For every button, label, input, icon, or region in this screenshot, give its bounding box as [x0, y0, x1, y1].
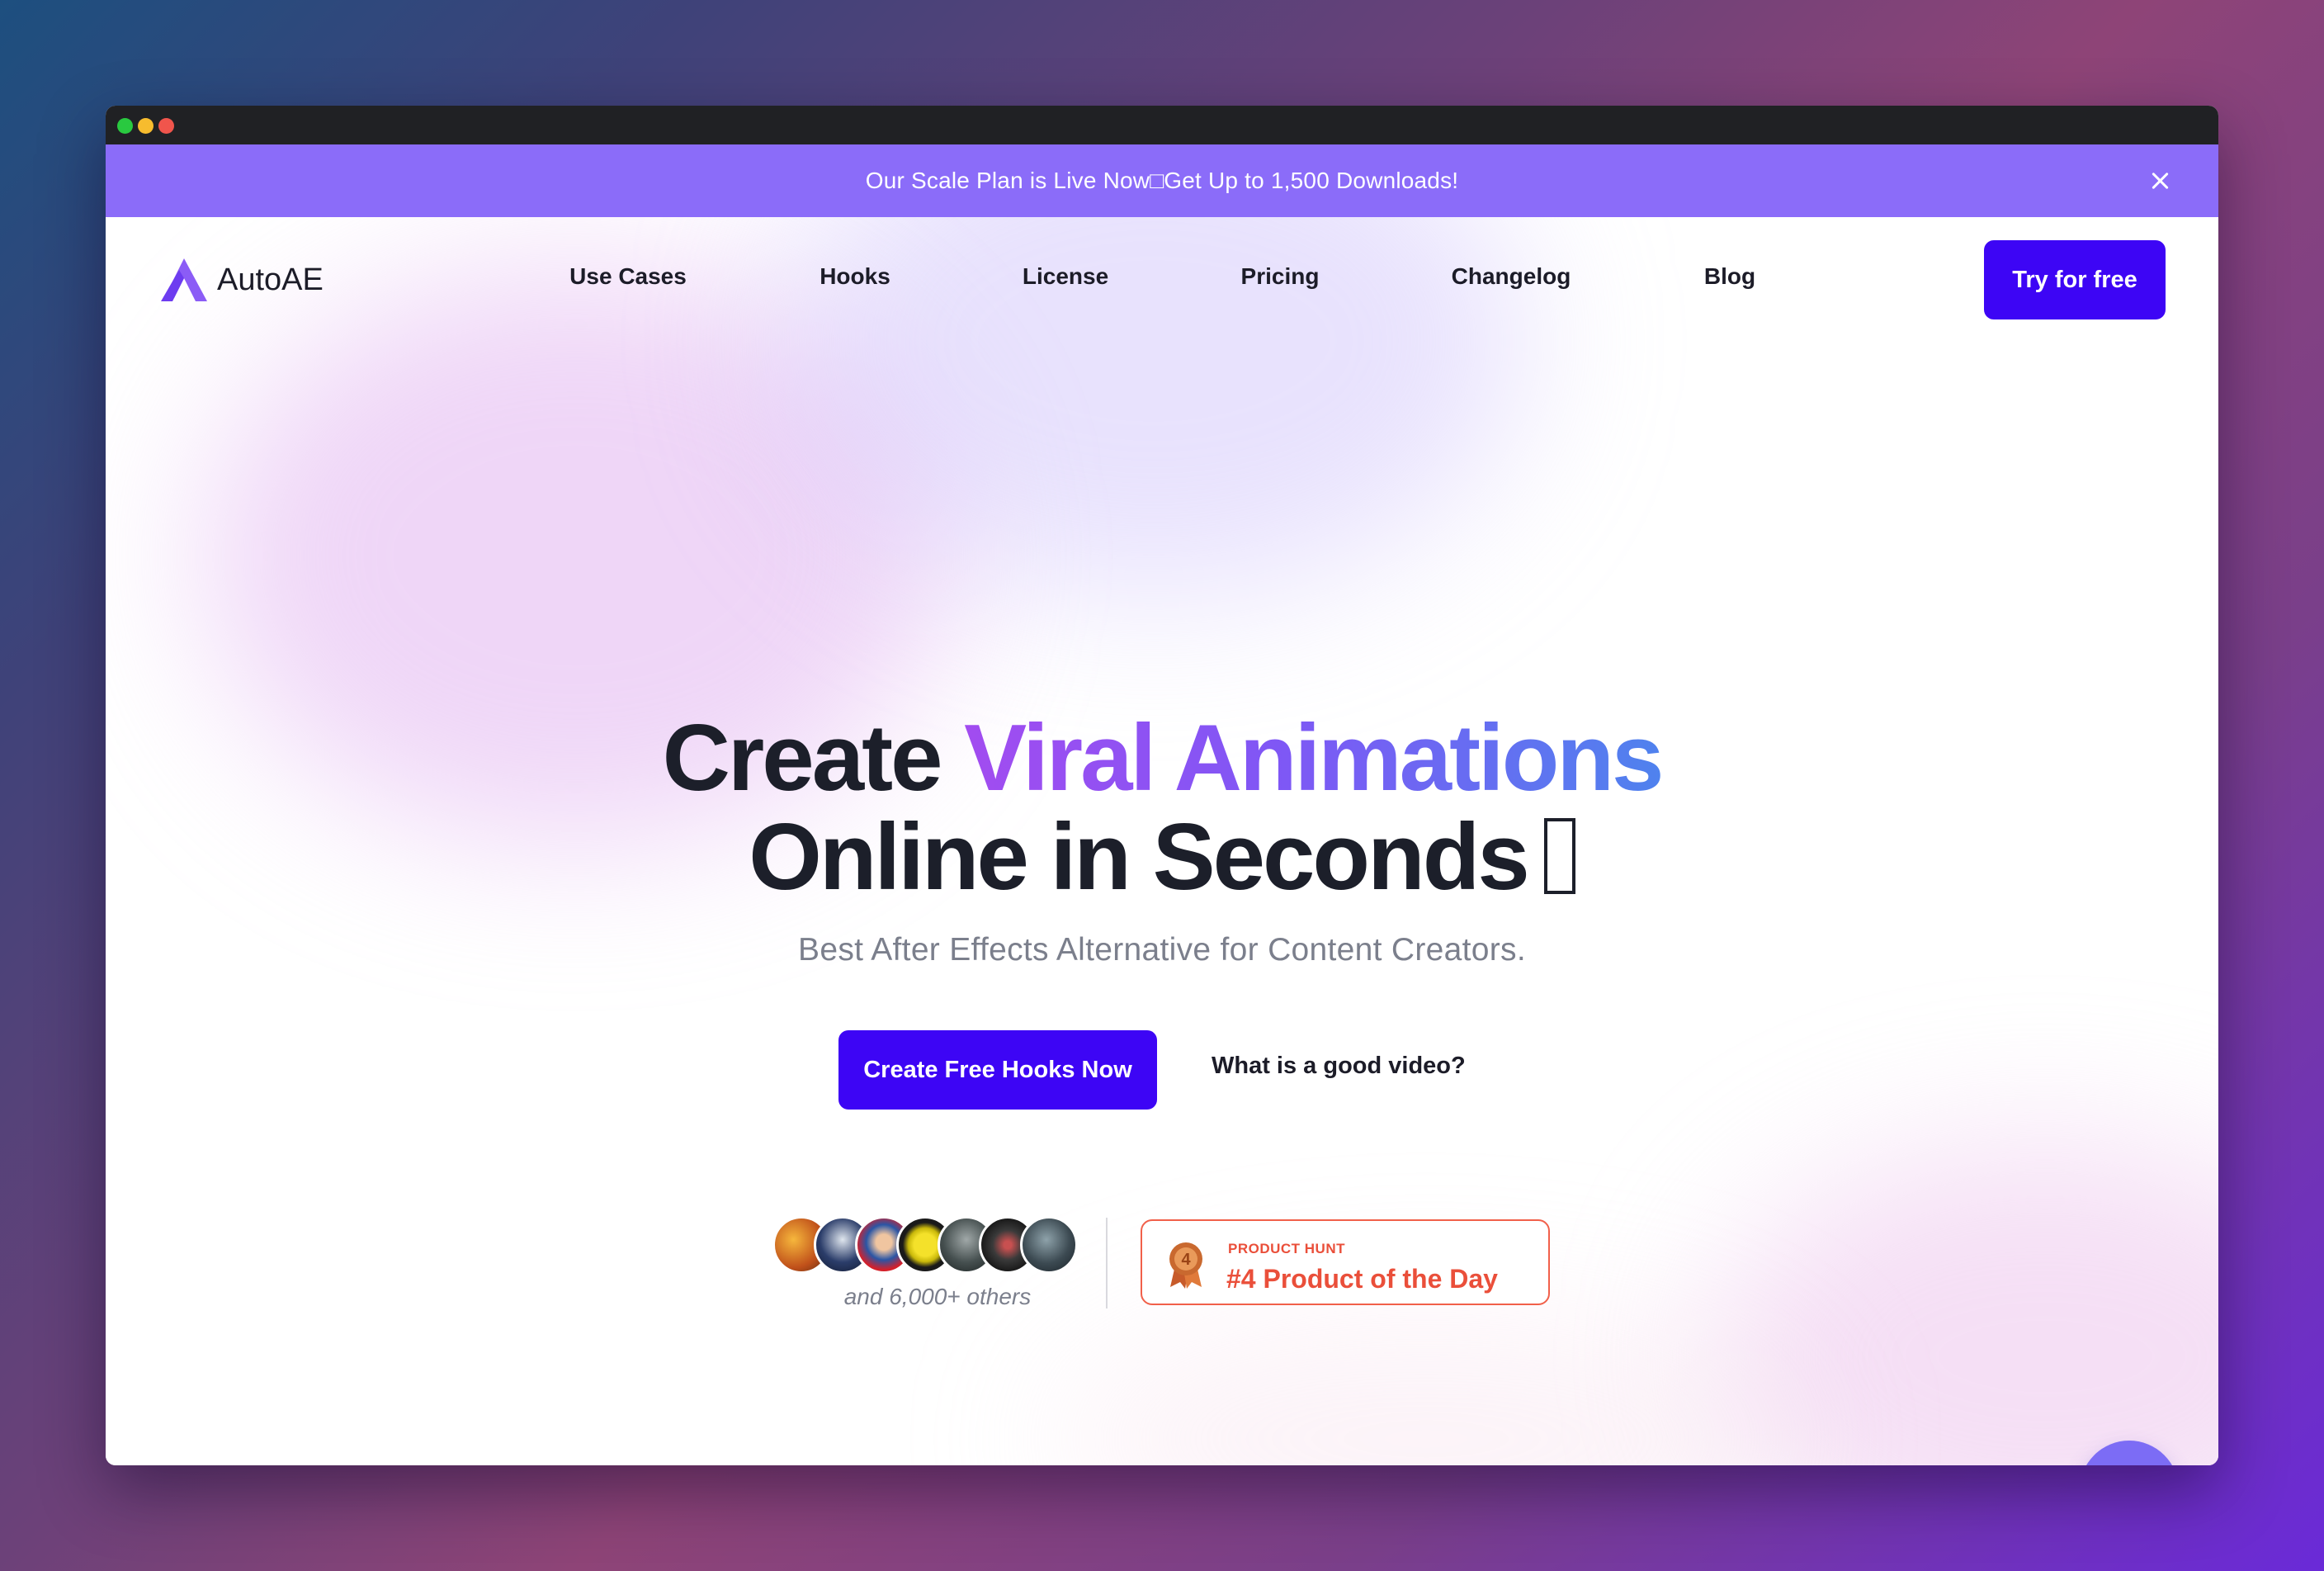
try-for-free-button[interactable]: Try for free — [1984, 240, 2166, 319]
page-content: AutoAE Use Cases Hooks License Pricing C… — [106, 217, 2218, 1465]
window-control-red[interactable] — [158, 118, 174, 134]
divider — [1106, 1218, 1108, 1308]
hero-subheadline: Best After Effects Alternative for Conte… — [798, 932, 1526, 968]
nav-link-changelog[interactable]: Changelog — [1452, 263, 1571, 290]
user-avatars — [772, 1216, 1078, 1279]
window-control-green[interactable] — [117, 118, 133, 134]
what-is-a-good-video-link[interactable]: What is a good video? — [1212, 1053, 1466, 1080]
announcement-bar: Our Scale Plan is Live Now□Get Up to 1,5… — [106, 144, 2218, 217]
window-titlebar — [106, 106, 2218, 144]
window-control-yellow[interactable] — [138, 118, 154, 134]
medal-number: 4 — [1181, 1251, 1191, 1269]
headline-line-2-text: Online in Seconds — [749, 805, 1529, 910]
main-navigation: AutoAE Use Cases Hooks License Pricing C… — [106, 217, 2218, 341]
close-icon[interactable] — [2147, 168, 2172, 193]
headline-highlight: Viral Animations — [964, 706, 1664, 811]
headline-prefix: Create — [662, 706, 965, 811]
medal-icon: 4 — [1169, 1242, 1202, 1289]
missing-emoji-glyph-icon — [1543, 818, 1575, 894]
nav-link-use-cases[interactable]: Use Cases — [569, 263, 687, 290]
nav-link-pricing[interactable]: Pricing — [1241, 263, 1320, 290]
user-count-text: and 6,000+ others — [843, 1284, 1032, 1309]
product-hunt-title: #4 Product of the Day — [1226, 1264, 1498, 1294]
product-hunt-label: PRODUCT HUNT — [1228, 1241, 1345, 1256]
announcement-text[interactable]: Our Scale Plan is Live Now□Get Up to 1,5… — [866, 168, 1459, 194]
nav-link-blog[interactable]: Blog — [1704, 263, 1755, 290]
hero-headline-line-2: Online in Seconds — [106, 811, 2218, 905]
create-free-hooks-button[interactable]: Create Free Hooks Now — [838, 1030, 1157, 1110]
avatar — [1020, 1216, 1078, 1274]
background-glow — [1055, 1315, 1797, 1465]
hero-headline-line-1: Create Viral Animations — [106, 712, 2218, 806]
nav-link-hooks[interactable]: Hooks — [820, 263, 890, 290]
browser-window: Our Scale Plan is Live Now□Get Up to 1,5… — [106, 106, 2218, 1465]
nav-link-license[interactable]: License — [1023, 263, 1108, 290]
nav-links: Use Cases Hooks License Pricing Changelo… — [106, 217, 2218, 341]
product-hunt-badge[interactable]: 4 PRODUCT HUNT #4 Product of the Day — [1141, 1219, 1550, 1305]
